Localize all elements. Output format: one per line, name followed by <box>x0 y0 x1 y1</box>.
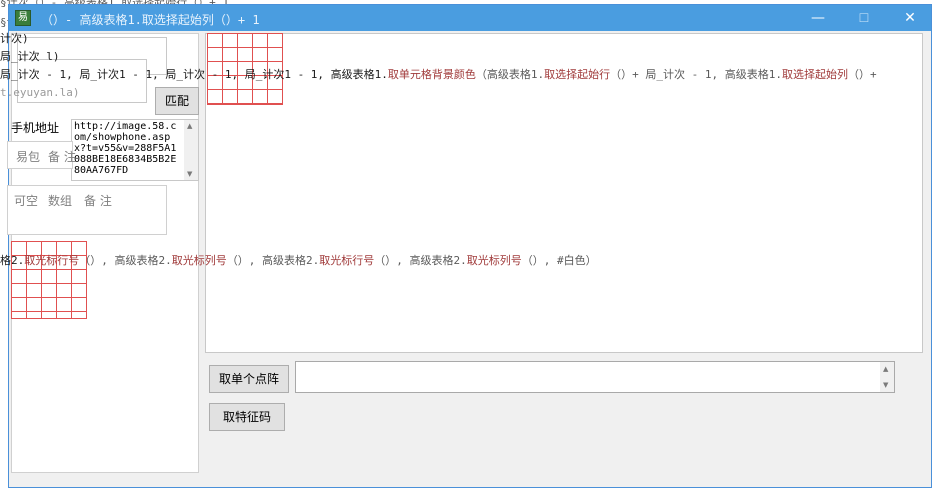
close-button[interactable]: ✕ <box>887 5 933 31</box>
code-line-3: 计次) <box>0 32 29 45</box>
maximize-button[interactable]: ☐ <box>841 5 887 31</box>
url-textbox[interactable]: http://image.58.com/showphone.aspx?t=v55… <box>71 119 199 181</box>
url-scrollbar[interactable]: ▲ ▼ <box>184 120 198 180</box>
code-line-7-d: （）, #白色） <box>521 254 597 267</box>
code-line-5-mid2: （）+ 局_计次 - 1, 高级表格1. <box>610 68 783 81</box>
code-line-7-c: （）, 高级表格2. <box>374 254 467 267</box>
code-line-7-keyword-1: 取光标行号 <box>24 254 80 267</box>
match-button[interactable]: 匹配 <box>155 87 199 115</box>
header2-col3: 备 注 <box>84 194 112 208</box>
table-header-2: 可空 数组 备 注 <box>7 185 167 235</box>
code-line-5-end: （）+ <box>848 68 877 81</box>
code-line-7-keyword-3: 取光标行号 <box>319 254 375 267</box>
code-line-7-keyword-4: 取光标列号 <box>466 254 522 267</box>
table-header-1: 易包 备 注 <box>7 141 76 169</box>
url-text: http://image.58.com/showphone.aspx?t=v55… <box>74 121 177 176</box>
app-icon: 易 <box>15 10 31 26</box>
code-line-7-prefix: 格2. <box>0 254 25 267</box>
minimize-button[interactable]: — <box>795 5 841 31</box>
code-line-5-keyword-3: 取选择起始列 <box>782 68 849 81</box>
code-line-6: t.eyuyan.la) <box>0 86 80 99</box>
code-line-7: 格2.取光标行号（）, 高级表格2.取光标列号（）, 高级表格2.取光标行号（）… <box>0 252 597 268</box>
header1-col1: 易包 <box>16 150 41 164</box>
code-line-5-keyword-2: 取选择起始行 <box>544 68 611 81</box>
code-line-7-a: （）, 高级表格2. <box>79 254 172 267</box>
code-line-5: 局_计次 - 1, 局_计次1 - 1, 局_计次 - 1, 局_计次1 - 1… <box>0 66 877 82</box>
code-line-5-keyword-1: 取单元格背景颜色 <box>387 68 476 81</box>
phone-address-label: 手机地址 <box>11 121 60 135</box>
title-bar[interactable]: 易 （）- 高级表格1.取选择起始列（）+ 1 — ☐ ✕ <box>9 5 931 31</box>
get-single-dot-button[interactable]: 取单个点阵 <box>209 365 289 393</box>
code-line-7-b: （）, 高级表格2. <box>226 254 320 267</box>
window-title: （）- 高级表格1.取选择起始列（）+ 1 <box>41 13 260 27</box>
code-line-4: 局_计次 l) <box>0 50 60 63</box>
header2-col1: 可空 <box>14 194 39 208</box>
output-textbox[interactable]: ▲ ▼ <box>295 361 895 393</box>
header2-col2: 数组 <box>48 194 73 208</box>
header1-col2: 备 注 <box>48 150 76 164</box>
get-feature-code-button[interactable]: 取特征码 <box>209 403 285 431</box>
code-line-5-mid: （高级表格1. <box>475 68 545 81</box>
code-line-5-prefix: 局_计次 - 1, 局_计次1 - 1, 局_计次 - 1, 局_计次1 - 1… <box>0 68 388 81</box>
code-line-7-keyword-2: 取光标列号 <box>171 254 227 267</box>
output-scrollbar[interactable]: ▲ ▼ <box>880 362 894 392</box>
